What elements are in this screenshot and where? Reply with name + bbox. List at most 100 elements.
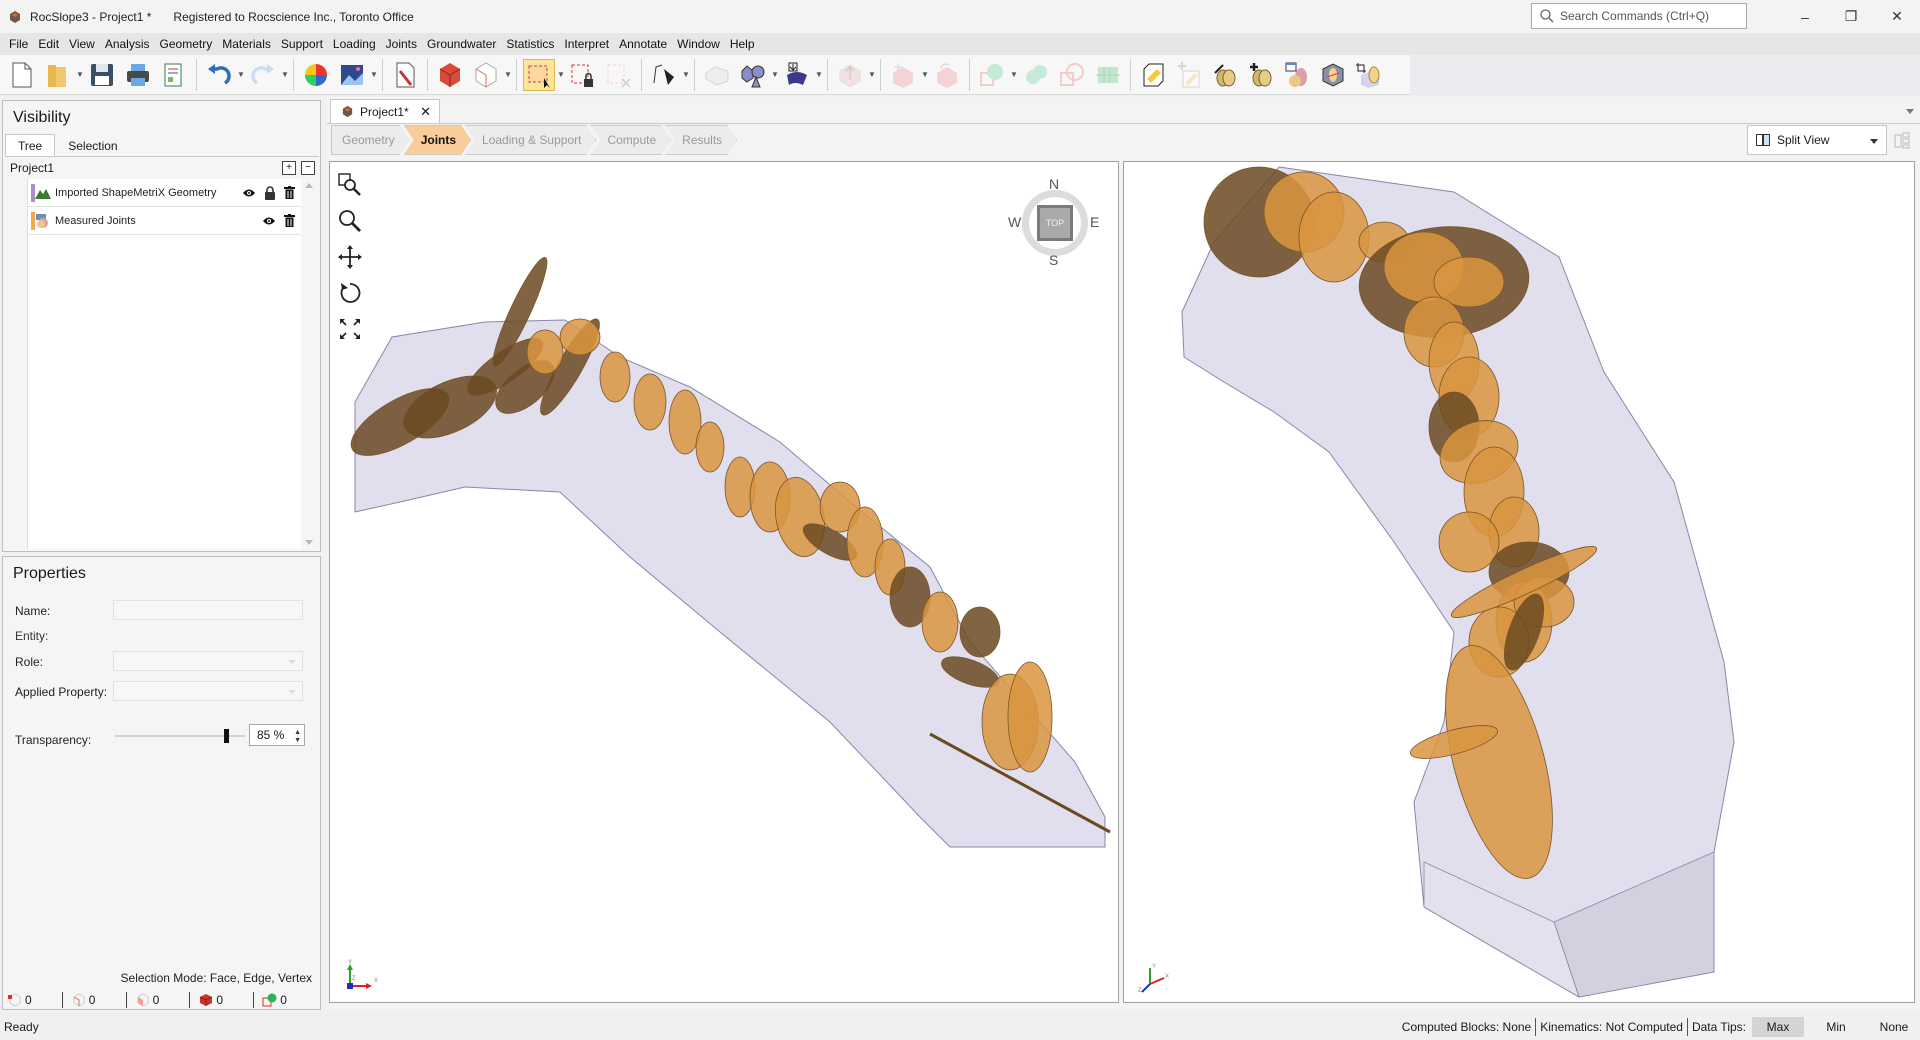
move-block-button[interactable] [887, 59, 919, 91]
menu-file[interactable]: File [4, 33, 33, 55]
dropdown-arrow-icon[interactable]: ▼ [1010, 59, 1018, 91]
menu-window[interactable]: Window [672, 33, 725, 55]
section-grid-button[interactable] [1092, 59, 1124, 91]
crop-joints-button[interactable] [1353, 59, 1385, 91]
add-joint-set-button[interactable] [1245, 59, 1277, 91]
wireframe-block-button[interactable] [470, 59, 502, 91]
dropdown-arrow-icon[interactable]: ▼ [682, 59, 690, 91]
workflow-step-loading-support[interactable]: Loading & Support [465, 125, 596, 155]
role-select[interactable] [113, 651, 303, 671]
import-surface-button[interactable] [781, 59, 813, 91]
workflow-step-geometry[interactable]: Geometry [331, 125, 410, 155]
expand-all-icon[interactable]: + [282, 160, 296, 175]
minimize-button[interactable]: – [1782, 0, 1828, 33]
dropdown-arrow-icon[interactable]: ▼ [771, 59, 779, 91]
print-button[interactable] [122, 59, 154, 91]
menu-loading[interactable]: Loading [328, 33, 381, 55]
rotate-block-button[interactable] [931, 59, 963, 91]
undo-button[interactable] [203, 59, 235, 91]
edit-joint-set-button[interactable] [1209, 59, 1241, 91]
dropdown-arrow-icon[interactable]: ▼ [921, 59, 929, 91]
trash-icon[interactable] [284, 186, 295, 199]
tree-root-label[interactable]: Project1 [10, 161, 54, 175]
data-tips-none-button[interactable]: None [1868, 1017, 1920, 1037]
joint-on-face-button[interactable] [1317, 59, 1349, 91]
tab-selection[interactable]: Selection [55, 134, 130, 156]
dropdown-arrow-icon[interactable]: ▼ [281, 59, 289, 91]
joint-table-button[interactable] [1281, 59, 1313, 91]
close-tab-icon[interactable]: ✕ [420, 104, 431, 120]
dropdown-arrow-icon[interactable]: ▼ [370, 59, 378, 91]
boolean-intersect-button[interactable] [1020, 59, 1052, 91]
menu-support[interactable]: Support [276, 33, 328, 55]
joint-disc[interactable] [695, 421, 725, 473]
trash-icon[interactable] [284, 214, 295, 227]
report-button[interactable] [158, 59, 190, 91]
tab-list-dropdown-icon[interactable] [1906, 109, 1914, 114]
redo-button[interactable] [247, 59, 279, 91]
menu-annotate[interactable]: Annotate [614, 33, 672, 55]
data-tips-max-button[interactable]: Max [1752, 1016, 1804, 1037]
dropdown-arrow-icon[interactable]: ▼ [868, 59, 876, 91]
joint-disc[interactable] [599, 351, 631, 403]
transparency-slider-thumb[interactable] [223, 729, 229, 743]
layout-settings-icon[interactable] [1893, 131, 1911, 149]
shapes-button[interactable] [737, 59, 769, 91]
color-wheel-button[interactable] [300, 59, 332, 91]
tree-scrollbar[interactable] [301, 179, 317, 549]
menu-analysis[interactable]: Analysis [100, 33, 155, 55]
save-button[interactable] [86, 59, 118, 91]
polyline-pen-button[interactable] [648, 59, 680, 91]
joint-disc[interactable] [1007, 661, 1053, 773]
select-box-button[interactable] [523, 58, 555, 91]
viewport-3d-view[interactable]: X Y Z [1123, 161, 1915, 1003]
menu-groundwater[interactable]: Groundwater [422, 33, 501, 55]
dropdown-arrow-icon[interactable]: ▼ [237, 59, 245, 91]
dropdown-arrow-icon[interactable]: ▼ [815, 59, 823, 91]
joint-disc[interactable] [559, 318, 601, 356]
menu-materials[interactable]: Materials [217, 33, 276, 55]
open-folder-button[interactable] [42, 59, 74, 91]
joint-disc[interactable] [526, 329, 564, 375]
lock-icon[interactable] [264, 185, 276, 200]
boolean-subtract-button[interactable] [1056, 59, 1088, 91]
name-field[interactable] [113, 600, 303, 620]
tree-item-measured-joints[interactable]: Measured Joints [28, 207, 301, 235]
background-image-button[interactable] [336, 59, 368, 91]
menu-edit[interactable]: Edit [33, 33, 64, 55]
menu-view[interactable]: View [64, 33, 100, 55]
boolean-union-button[interactable] [976, 59, 1008, 91]
joint-disc[interactable] [1438, 511, 1500, 573]
eye-icon[interactable] [262, 216, 276, 226]
edit-document-button[interactable] [389, 59, 421, 91]
dropdown-arrow-icon[interactable]: ▼ [504, 59, 512, 91]
eye-icon[interactable] [242, 188, 256, 198]
transparency-slider[interactable] [115, 729, 245, 743]
viewport-top-view[interactable]: TOP N S W E XYZ [329, 161, 1119, 1003]
tree-item-imported-geometry[interactable]: Imported ShapeMetriX Geometry [28, 179, 301, 207]
add-joint-box-button[interactable] [1173, 59, 1205, 91]
joint-disc[interactable] [1298, 191, 1370, 283]
edit-joint-box-button[interactable] [1137, 59, 1169, 91]
surface-button[interactable] [701, 59, 733, 91]
solid-block-button[interactable] [434, 59, 466, 91]
close-window-button[interactable]: ✕ [1874, 0, 1920, 33]
clear-selection-button[interactable] [603, 59, 635, 91]
applied-property-select[interactable] [113, 681, 303, 701]
restore-button[interactable]: ❐ [1828, 0, 1874, 33]
dropdown-arrow-icon[interactable]: ▼ [557, 59, 565, 91]
dropdown-arrow-icon[interactable]: ▼ [76, 59, 84, 91]
search-commands-input[interactable]: Search Commands (Ctrl+Q) [1531, 3, 1747, 29]
workflow-step-results[interactable]: Results [665, 125, 737, 155]
menu-help[interactable]: Help [725, 33, 760, 55]
joint-disc[interactable] [959, 606, 1001, 658]
lock-selection-button[interactable] [567, 59, 599, 91]
spin-up-icon[interactable]: ▲ [294, 729, 301, 736]
joint-disc[interactable] [921, 591, 959, 653]
extrude-button[interactable] [834, 59, 866, 91]
menu-interpret[interactable]: Interpret [559, 33, 614, 55]
workflow-step-compute[interactable]: Compute [590, 125, 671, 155]
transparency-spinbox[interactable]: 85 % ▲ ▼ [249, 724, 305, 746]
menu-geometry[interactable]: Geometry [155, 33, 218, 55]
menu-joints[interactable]: Joints [381, 33, 422, 55]
